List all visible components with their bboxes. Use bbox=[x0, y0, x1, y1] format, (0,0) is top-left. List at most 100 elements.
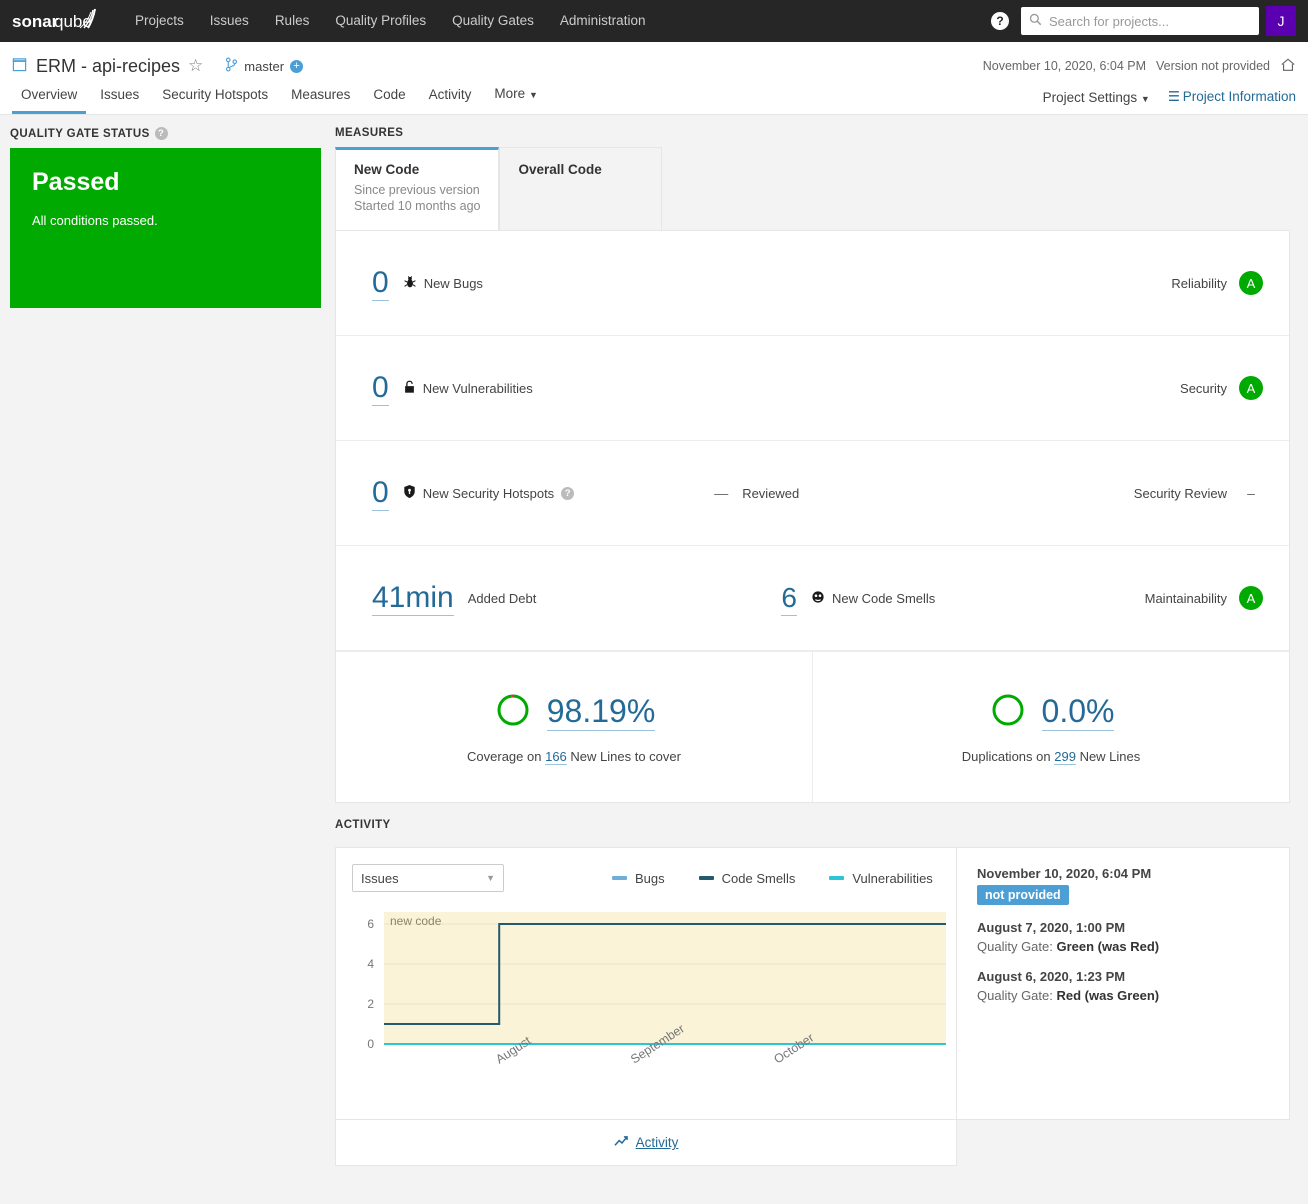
new-security-hotspots-value[interactable]: 0 bbox=[372, 476, 389, 511]
new-vulnerabilities-label: New Vulnerabilities bbox=[423, 381, 533, 396]
quality-gate-detail: All conditions passed. bbox=[32, 213, 299, 228]
reliability-label: Reliability bbox=[1171, 276, 1227, 291]
search-input[interactable] bbox=[1049, 14, 1251, 29]
tab-new-code[interactable]: New Code Since previous version Started … bbox=[335, 147, 499, 230]
legend-item-code-smells[interactable]: Code Smells bbox=[699, 871, 796, 886]
user-avatar[interactable]: J bbox=[1266, 6, 1296, 36]
favorite-star-icon[interactable]: ☆ bbox=[188, 56, 203, 76]
coverage-panel: 98.19% Coverage on 166 New Lines to cove… bbox=[336, 652, 813, 802]
legend-item-vulnerabilities[interactable]: Vulnerabilities bbox=[829, 871, 932, 886]
branch-name: master bbox=[244, 59, 284, 74]
activity-footer: Activity bbox=[335, 1120, 957, 1166]
activity-section: Issues ▼ Bugs Code Smells bbox=[335, 847, 1290, 1120]
event-date: August 7, 2020, 1:00 PM bbox=[977, 920, 1269, 935]
chevron-down-icon: ▼ bbox=[486, 873, 495, 883]
event-date: November 10, 2020, 6:04 PM bbox=[977, 866, 1269, 881]
trend-chart-icon bbox=[614, 1135, 629, 1151]
tab-code[interactable]: Code bbox=[364, 79, 414, 114]
branch-selector[interactable]: master + bbox=[225, 57, 303, 75]
page-body: Quality Gate Status ? Passed All conditi… bbox=[0, 115, 1308, 1166]
help-icon[interactable]: ? bbox=[155, 127, 168, 140]
project-tabs: Overview Issues Security Hotspots Measur… bbox=[12, 80, 552, 114]
project-version: Version not provided bbox=[1156, 59, 1270, 73]
metric-select[interactable]: Issues ▼ bbox=[352, 864, 504, 892]
help-icon[interactable]: ? bbox=[561, 487, 574, 500]
page-title: ERM - api-recipes bbox=[36, 56, 180, 77]
coverage-percent[interactable]: 98.19% bbox=[547, 692, 656, 731]
duplications-new-lines-link[interactable]: 299 bbox=[1054, 749, 1076, 765]
new-vulnerabilities-label-group: New Vulnerabilities bbox=[403, 380, 533, 397]
reliability-rating-badge[interactable]: A bbox=[1239, 271, 1263, 295]
project-settings-button[interactable]: Project Settings ▼ bbox=[1043, 90, 1150, 105]
nav-right-group: ? J bbox=[991, 6, 1296, 36]
legend-item-bugs[interactable]: Bugs bbox=[612, 871, 665, 886]
version-badge: not provided bbox=[977, 885, 1069, 905]
added-debt-value[interactable]: 41min bbox=[372, 581, 454, 616]
maintainability-rating-badge[interactable]: A bbox=[1239, 586, 1263, 610]
tab-overview[interactable]: Overview bbox=[12, 79, 86, 114]
measures-column: Measures New Code Since previous version… bbox=[335, 127, 1308, 1166]
new-code-smells-value[interactable]: 6 bbox=[781, 581, 797, 616]
event-value: Red (was Green) bbox=[1057, 988, 1160, 1003]
activity-link[interactable]: Activity bbox=[636, 1135, 679, 1150]
project-header: ERM - api-recipes ☆ master + November 10… bbox=[0, 42, 1308, 115]
nav-link-administration[interactable]: Administration bbox=[547, 0, 659, 42]
new-bugs-label: New Bugs bbox=[424, 276, 483, 291]
new-bugs-value[interactable]: 0 bbox=[372, 266, 389, 301]
nav-link-quality-gates[interactable]: Quality Gates bbox=[439, 0, 547, 42]
help-icon[interactable]: ? bbox=[991, 12, 1009, 30]
duplications-panel: 0.0% Duplications on 299 New Lines bbox=[813, 652, 1289, 802]
nav-link-issues[interactable]: Issues bbox=[197, 0, 262, 42]
chart-legend: Bugs Code Smells Vulnerabilities bbox=[612, 871, 933, 886]
bug-icon bbox=[403, 275, 417, 292]
activity-section-label: Activity bbox=[335, 819, 1290, 831]
vulnerability-icon bbox=[403, 380, 416, 397]
search-icon bbox=[1029, 13, 1042, 29]
tab-issues[interactable]: Issues bbox=[91, 79, 148, 114]
home-icon[interactable] bbox=[1280, 57, 1296, 76]
new-security-hotspots-label-group: New Security Hotspots ? bbox=[403, 484, 575, 502]
event-value: Green (was Red) bbox=[1057, 939, 1160, 954]
quality-gate-status-box: Passed All conditions passed. bbox=[10, 148, 321, 308]
nav-link-projects[interactable]: Projects bbox=[122, 0, 197, 42]
reviewed-label: Reviewed bbox=[742, 486, 799, 501]
reliability-rating-group: Reliability A bbox=[1171, 271, 1263, 295]
tab-measures[interactable]: Measures bbox=[282, 79, 359, 114]
chevron-down-icon: ▼ bbox=[1141, 94, 1150, 104]
activity-chart[interactable]: 0246new codeAugustSeptemberOctober bbox=[336, 904, 956, 1119]
security-review-label: Security Review bbox=[1134, 486, 1227, 501]
tab-overall-code-label: Overall Code bbox=[518, 162, 643, 177]
new-code-smells-label-group: New Code Smells bbox=[811, 590, 935, 607]
duplications-percent[interactable]: 0.0% bbox=[1042, 692, 1115, 731]
security-rating-badge[interactable]: A bbox=[1239, 376, 1263, 400]
event-date: August 6, 2020, 1:23 PM bbox=[977, 969, 1269, 984]
new-code-smells-label: New Code Smells bbox=[832, 591, 935, 606]
tab-overall-code[interactable]: Overall Code bbox=[499, 147, 662, 230]
search-box[interactable] bbox=[1021, 7, 1259, 35]
new-vulnerabilities-value[interactable]: 0 bbox=[372, 371, 389, 406]
legend-swatch-code-smells bbox=[699, 876, 714, 880]
project-information-button[interactable]: ☰ Project Information bbox=[1168, 89, 1296, 105]
top-navigation-bar: sonar qube Projects Issues Rules Quality… bbox=[0, 0, 1308, 42]
nav-link-rules[interactable]: Rules bbox=[262, 0, 323, 42]
security-review-rating-badge: – bbox=[1239, 485, 1263, 501]
project-tabs-row: Overview Issues Security Hotspots Measur… bbox=[12, 80, 1296, 114]
legend-swatch-bugs bbox=[612, 876, 627, 880]
project-header-actions: Project Settings ▼ ☰ Project Information bbox=[1043, 89, 1296, 105]
nav-link-quality-profiles[interactable]: Quality Profiles bbox=[322, 0, 439, 42]
tab-activity[interactable]: Activity bbox=[420, 79, 481, 114]
tab-more[interactable]: More ▼ bbox=[485, 78, 546, 114]
measures-section-label: Measures bbox=[335, 127, 1290, 139]
measure-row-maintainability: 41min Added Debt 6 bbox=[336, 546, 1289, 651]
new-security-hotspots-label: New Security Hotspots bbox=[423, 486, 555, 501]
tab-new-code-label: New Code bbox=[354, 162, 480, 177]
coverage-new-lines-link[interactable]: 166 bbox=[545, 749, 567, 765]
add-branch-icon[interactable]: + bbox=[290, 60, 303, 73]
activity-chart-controls: Issues ▼ Bugs Code Smells bbox=[336, 848, 956, 898]
chevron-down-icon: ▼ bbox=[529, 90, 538, 100]
sonarqube-logo[interactable]: sonar qube bbox=[12, 8, 100, 34]
svg-text:sonar: sonar bbox=[12, 12, 59, 31]
tab-security-hotspots[interactable]: Security Hotspots bbox=[153, 79, 277, 114]
activity-events-card: November 10, 2020, 6:04 PM not provided … bbox=[957, 847, 1290, 1120]
event-detail: Quality Gate: Green (was Red) bbox=[977, 939, 1269, 954]
